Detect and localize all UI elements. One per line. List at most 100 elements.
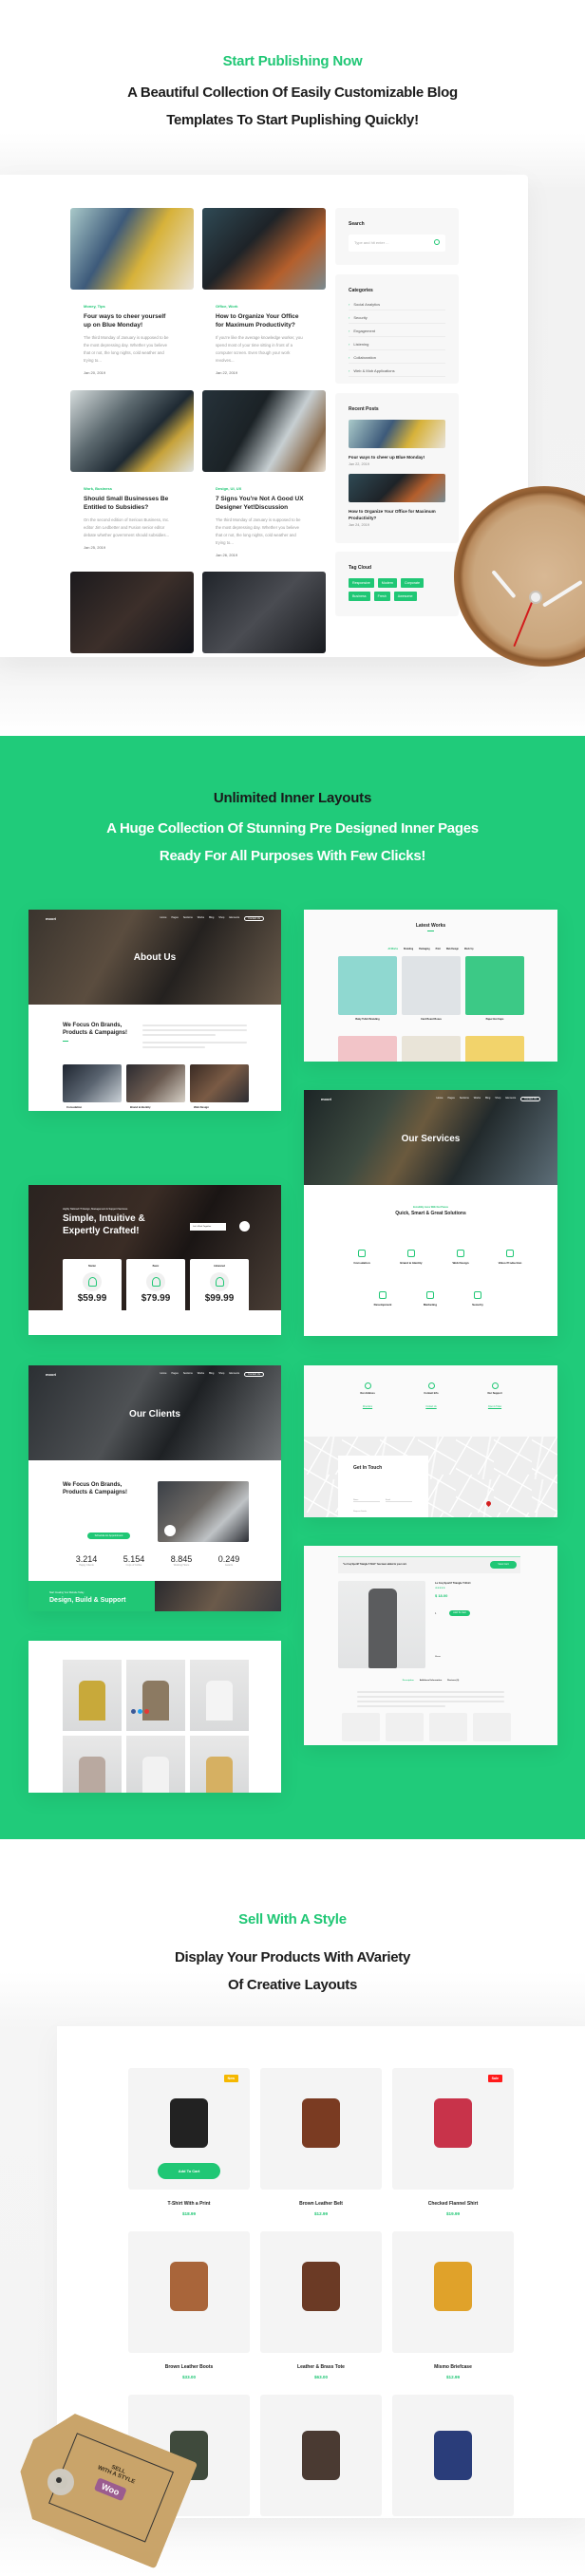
product-name[interactable]: Mismo Briefcase (392, 2364, 514, 2370)
nav-link[interactable]: Home (160, 1372, 167, 1377)
product-image[interactable] (392, 2395, 514, 2516)
recent-post[interactable]: Four ways to cheer up Blue Monday! Jan 2… (335, 420, 459, 466)
nav-link[interactable]: Elements (229, 916, 239, 921)
product-image[interactable] (260, 2395, 382, 2516)
tag-chip[interactable]: Modern (377, 578, 397, 588)
category-item[interactable]: › Listening (349, 337, 445, 350)
blog-card[interactable]: Work, Business Should Small Businesses B… (70, 390, 194, 550)
works-filter-tab[interactable]: Branding (404, 949, 413, 950)
contact-column-link[interactable]: Contact Us (402, 1406, 461, 1408)
works-filter-tab[interactable]: Web Design (446, 949, 459, 950)
product-name[interactable]: T-Shirt With a Print (128, 2201, 250, 2207)
team-member-photo[interactable] (190, 1660, 249, 1731)
product-image[interactable]: New Add To Cart (128, 2068, 250, 2190)
team-member-photo[interactable] (126, 1660, 185, 1731)
search-input[interactable]: Type and hit enter ... (349, 235, 445, 252)
recent-post-title[interactable]: Four ways to cheer up Blue Monday! (349, 454, 445, 461)
category-item[interactable]: › Social Analytics (349, 297, 445, 310)
product-tab[interactable]: Reviews (0) (447, 1680, 459, 1682)
product-card[interactable]: Leather & Brass Tote $63.00 (260, 2231, 382, 2379)
product-image[interactable] (260, 2231, 382, 2353)
quantity-input[interactable]: 1 (435, 1612, 436, 1615)
product-image[interactable] (392, 2231, 514, 2353)
blog-card[interactable]: Money, Tips Four ways to cheer yourself … (70, 208, 194, 375)
team-member-photo[interactable] (126, 1736, 185, 1793)
category-item[interactable]: › Collaboration (349, 350, 445, 364)
product-card[interactable]: Brown Leather Belt $12.99 (260, 2068, 382, 2216)
latest-works-layout-preview[interactable]: Latest Works All Works Branding Packaging P… (304, 910, 557, 1062)
team-member-photo[interactable] (63, 1660, 122, 1731)
blog-card[interactable] (70, 572, 194, 653)
services-layout-preview[interactable]: moori Home Pages Sections Works Blog Shop Elem… (304, 1090, 557, 1336)
post-title[interactable]: 7 Signs You're Not A Good UX Designer Ye… (202, 495, 307, 512)
tag-chip[interactable]: Fresh (373, 592, 390, 601)
product-layout-preview[interactable]: "Le Coq Sportif Triangle T-Shirt" has be… (304, 1546, 557, 1745)
post-title[interactable]: Four ways to cheer yourself up on Blue M… (70, 312, 175, 329)
nav-link[interactable]: Home (160, 916, 167, 921)
name-field[interactable]: Name (353, 1499, 380, 1502)
product-card[interactable] (260, 2395, 382, 2516)
product-image[interactable]: Sale (392, 2068, 514, 2190)
nav-link[interactable]: Pages (447, 1097, 454, 1101)
works-filter-tab[interactable]: Packaging (419, 949, 430, 950)
nav-link[interactable]: Sections (183, 1372, 193, 1377)
nav-link[interactable]: Elements (229, 1372, 239, 1377)
contact-layout-preview[interactable]: Our Address Directions Contact Info Contact… (304, 1365, 557, 1517)
pricing-card[interactable]: Advanced $99.99 (190, 1259, 249, 1335)
nav-link[interactable]: Works (198, 1372, 204, 1377)
product-name[interactable]: Leather & Brass Tote (260, 2364, 382, 2370)
view-cart-button[interactable]: View Cart (490, 1561, 517, 1569)
nav-link[interactable]: Sections (183, 916, 193, 921)
details-field[interactable]: Request Details (353, 1511, 367, 1513)
contact-column-link[interactable]: Directions (338, 1406, 397, 1408)
nav-link[interactable]: Blog (209, 916, 214, 921)
product-card[interactable]: Sale Checked Flannel Shirt $19.99 (392, 2068, 514, 2216)
pinterest-icon[interactable] (144, 1709, 149, 1714)
category-item[interactable]: › Security (349, 310, 445, 324)
product-image[interactable] (128, 2231, 250, 2353)
post-category[interactable]: Work, Business (70, 486, 194, 491)
product-card[interactable]: Mismo Briefcase $12.99 (392, 2231, 514, 2379)
product-card[interactable]: Brown Leather Boots $33.00 (128, 2231, 250, 2379)
contact-button[interactable]: Contact Us (244, 916, 264, 921)
nav-link[interactable]: Elements (505, 1097, 516, 1101)
contact-button[interactable]: Contact Us (520, 1097, 540, 1101)
add-to-cart-button[interactable]: Add To Cart (158, 2163, 220, 2179)
about-us-layout-preview[interactable]: moori Home Pages Sections Works Blog Shop Elem… (28, 910, 281, 1111)
nav-link[interactable]: Sections (460, 1097, 469, 1101)
contact-button[interactable]: Contact Us (244, 1372, 264, 1377)
post-category[interactable]: Money, Tips (70, 304, 194, 309)
play-button[interactable] (239, 1221, 250, 1232)
pricing-layout-preview[interactable]: Highly Tailored IT Design, Management & … (28, 1185, 281, 1335)
email-field[interactable]: Email (386, 1499, 412, 1502)
facebook-icon[interactable] (131, 1709, 136, 1714)
product-name[interactable]: Brown Leather Boots (128, 2364, 250, 2370)
product-card[interactable]: New Add To Cart T-Shirt With a Print $18.99 (128, 2068, 250, 2216)
nav-link[interactable]: Shop (495, 1097, 500, 1101)
product-name[interactable]: Brown Leather Belt (260, 2201, 382, 2207)
schedule-appointment-button[interactable]: Schedule An Appointment (87, 1532, 130, 1539)
tag-chip[interactable]: Business (349, 592, 370, 601)
hero-cta-button[interactable]: Let's Work Together (190, 1223, 226, 1231)
blog-card[interactable] (202, 572, 326, 653)
nav-link[interactable]: Works (198, 916, 204, 921)
twitter-icon[interactable] (138, 1709, 142, 1714)
tag-chip[interactable]: Responsive (349, 578, 374, 588)
nav-link[interactable]: Pages (171, 916, 178, 921)
post-title[interactable]: How to Organize Your Office for Maximum … (202, 312, 307, 329)
works-filter-tab[interactable]: Print (436, 949, 441, 950)
play-button[interactable] (164, 1525, 176, 1536)
team-member-photo[interactable] (190, 1736, 249, 1793)
category-item[interactable]: › Web & Mob Applications (349, 364, 445, 377)
team-layout-preview[interactable] (28, 1641, 281, 1793)
product-image[interactable] (260, 2068, 382, 2190)
add-to-cart-button[interactable]: Add To Cart (449, 1610, 470, 1616)
blog-card[interactable]: Office, Work How to Organize Your Office… (202, 208, 326, 375)
contact-column-link[interactable]: Open A Ticket (465, 1406, 524, 1408)
product-tab[interactable]: Description (403, 1680, 414, 1682)
nav-link[interactable]: Shop (218, 1372, 224, 1377)
nav-link[interactable]: Home (437, 1097, 443, 1101)
product-name[interactable]: Checked Flannel Shirt (392, 2201, 514, 2207)
nav-link[interactable]: Blog (485, 1097, 490, 1101)
post-title[interactable]: Should Small Businesses Be Entitled to S… (70, 495, 175, 512)
